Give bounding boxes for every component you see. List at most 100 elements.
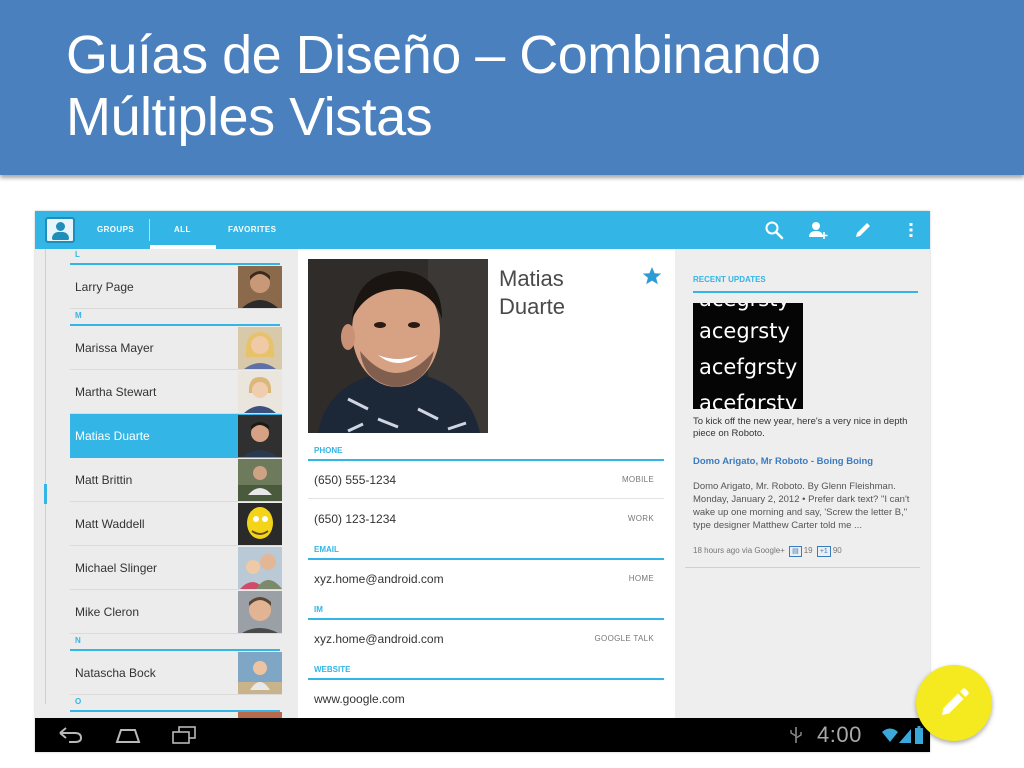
contact-row-larry-page[interactable]: Larry Page (70, 265, 282, 309)
battery-icon (915, 726, 923, 744)
contact-row-martha-stewart[interactable]: Martha Stewart (70, 370, 282, 414)
tab-groups[interactable]: GROUPS (97, 211, 134, 249)
email-header: EMAIL (308, 544, 664, 560)
contact-name-heading: Matias Duarte (499, 265, 629, 321)
website-row[interactable]: www.google.com (308, 680, 664, 718)
font-sample: acegrsty (699, 319, 790, 343)
contact-name: Mike Cleron (75, 605, 140, 619)
star-icon[interactable] (642, 266, 662, 286)
contact-row-matt-waddell[interactable]: Matt Waddell (70, 502, 282, 546)
usb-icon (790, 727, 802, 743)
font-sample: acefgrsty (699, 391, 798, 409)
plus-one-count: 90 (832, 546, 842, 555)
font-sample: acefgrsty (699, 355, 798, 379)
search-icon[interactable] (764, 220, 784, 240)
contacts-app-icon[interactable] (45, 217, 75, 243)
tablet-screenshot: GROUPS ALL FAVORITES L Larry Page M Mari… (35, 211, 930, 752)
recent-apps-icon[interactable] (171, 725, 197, 745)
contact-photo (238, 327, 282, 369)
slide: Guías de Diseño – Combinando Múltiples V… (0, 0, 1024, 768)
home-icon[interactable] (115, 725, 141, 745)
phone-row-work[interactable]: (650) 123-1234 WORK (308, 500, 664, 538)
contact-row-matias-duarte[interactable]: Matias Duarte (70, 414, 282, 458)
contact-name: Matt Waddell (75, 517, 145, 531)
contact-row-natascha-bock[interactable]: Natascha Bock (70, 651, 282, 695)
system-bar: 4:00 (35, 718, 930, 752)
im-type: GOOGLE TALK (594, 634, 654, 643)
phone-number: (650) 555-1234 (314, 473, 397, 487)
phone-number: (650) 123-1234 (314, 512, 397, 526)
im-header: IM (308, 604, 664, 620)
contact-name: Larry Page (75, 280, 134, 294)
update-timestamp: 18 hours ago via Google+ (693, 546, 785, 555)
contact-name: Michael Slinger (75, 561, 158, 575)
overflow-menu-icon[interactable] (901, 220, 921, 240)
tab-all[interactable]: ALL (174, 211, 191, 249)
email-type: HOME (628, 574, 654, 583)
signal-icon (899, 729, 911, 743)
edit-icon[interactable] (853, 220, 873, 240)
contact-photo (238, 591, 282, 633)
contact-row-matt-brittin[interactable]: Matt Brittin (70, 458, 282, 502)
im-row-google-talk[interactable]: xyz.home@android.com GOOGLE TALK (308, 620, 664, 658)
phone-type: MOBILE (621, 475, 654, 484)
update-divider (685, 567, 920, 568)
contact-name: Matias Duarte (75, 429, 150, 443)
font-sample: acegrsty (699, 303, 790, 311)
contact-photo (238, 503, 282, 545)
contact-photo (238, 652, 282, 694)
tab-favorites[interactable]: FAVORITES (228, 211, 276, 249)
update-link[interactable]: Domo Arigato, Mr Roboto - Boing Boing (693, 456, 913, 468)
wifi-icon (882, 728, 898, 742)
section-header-n: N (70, 635, 280, 651)
update-text: To kick off the new year, here's a very … (693, 416, 908, 439)
pencil-icon (942, 688, 969, 715)
add-contact-icon[interactable] (808, 220, 828, 240)
back-icon[interactable] (57, 725, 83, 745)
email-row-home[interactable]: xyz.home@android.com HOME (308, 560, 664, 598)
scrollbar-thumb[interactable] (44, 484, 47, 504)
recent-updates-header: RECENT UPDATES (693, 273, 918, 293)
im-address: xyz.home@android.com (314, 632, 444, 646)
edit-fab-button[interactable] (916, 665, 992, 741)
update-description: Domo Arigato, Mr. Roboto. By Glenn Fleis… (693, 481, 910, 531)
email-address: xyz.home@android.com (314, 572, 444, 586)
contact-photo-large (308, 259, 488, 433)
contact-name: Natascha Bock (75, 666, 156, 680)
contact-detail: Matias Duarte PHONE (650) 555-1234 MOBIL… (289, 249, 675, 718)
website-url: www.google.com (314, 692, 405, 706)
contact-row-michael-slinger[interactable]: Michael Slinger (70, 546, 282, 590)
title-banner: Guías de Diseño – Combinando Múltiples V… (0, 0, 1024, 175)
contact-name: Martha Stewart (75, 385, 157, 399)
contact-name: Marissa Mayer (75, 341, 154, 355)
section-header-o: O (70, 696, 280, 712)
contact-list: L Larry Page M Marissa Mayer Martha Stew… (35, 249, 297, 718)
section-header-m: M (70, 310, 280, 326)
phone-type: WORK (627, 514, 654, 523)
plus-one-icon[interactable]: +1 (816, 546, 831, 557)
contact-name: Matt Brittin (75, 473, 133, 487)
scrollbar-track (45, 249, 46, 704)
selection-indicator (289, 429, 298, 447)
contact-first-name: Matias (499, 266, 564, 291)
update-image[interactable]: acegrsty acegrsty acefgrsty acefgrsty (693, 303, 803, 409)
contact-row-mike-cleron[interactable]: Mike Cleron (70, 590, 282, 634)
contact-last-name: Duarte (499, 294, 566, 319)
comments-icon[interactable]: ▤ (789, 546, 802, 557)
contact-photo (238, 371, 282, 413)
contact-photo (238, 266, 282, 308)
contact-photo (238, 415, 282, 457)
phone-header: PHONE (308, 445, 664, 461)
website-header: WEBSITE (308, 664, 664, 680)
comment-count: 19 (803, 546, 813, 555)
slide-title: Guías de Diseño – Combinando Múltiples V… (66, 25, 821, 147)
contact-photo (238, 459, 282, 501)
section-header-l: L (70, 249, 280, 265)
phone-row-mobile[interactable]: (650) 555-1234 MOBILE (308, 461, 664, 499)
update-meta: 18 hours ago via Google+ ▤ 19 +1 90 (693, 545, 915, 557)
tab-divider (149, 219, 150, 241)
contact-photo (238, 547, 282, 589)
recent-updates-panel: RECENT UPDATES acegrsty acegrsty acefgrs… (675, 249, 930, 718)
clock: 4:00 (817, 722, 862, 747)
contact-row-marissa-mayer[interactable]: Marissa Mayer (70, 326, 282, 370)
